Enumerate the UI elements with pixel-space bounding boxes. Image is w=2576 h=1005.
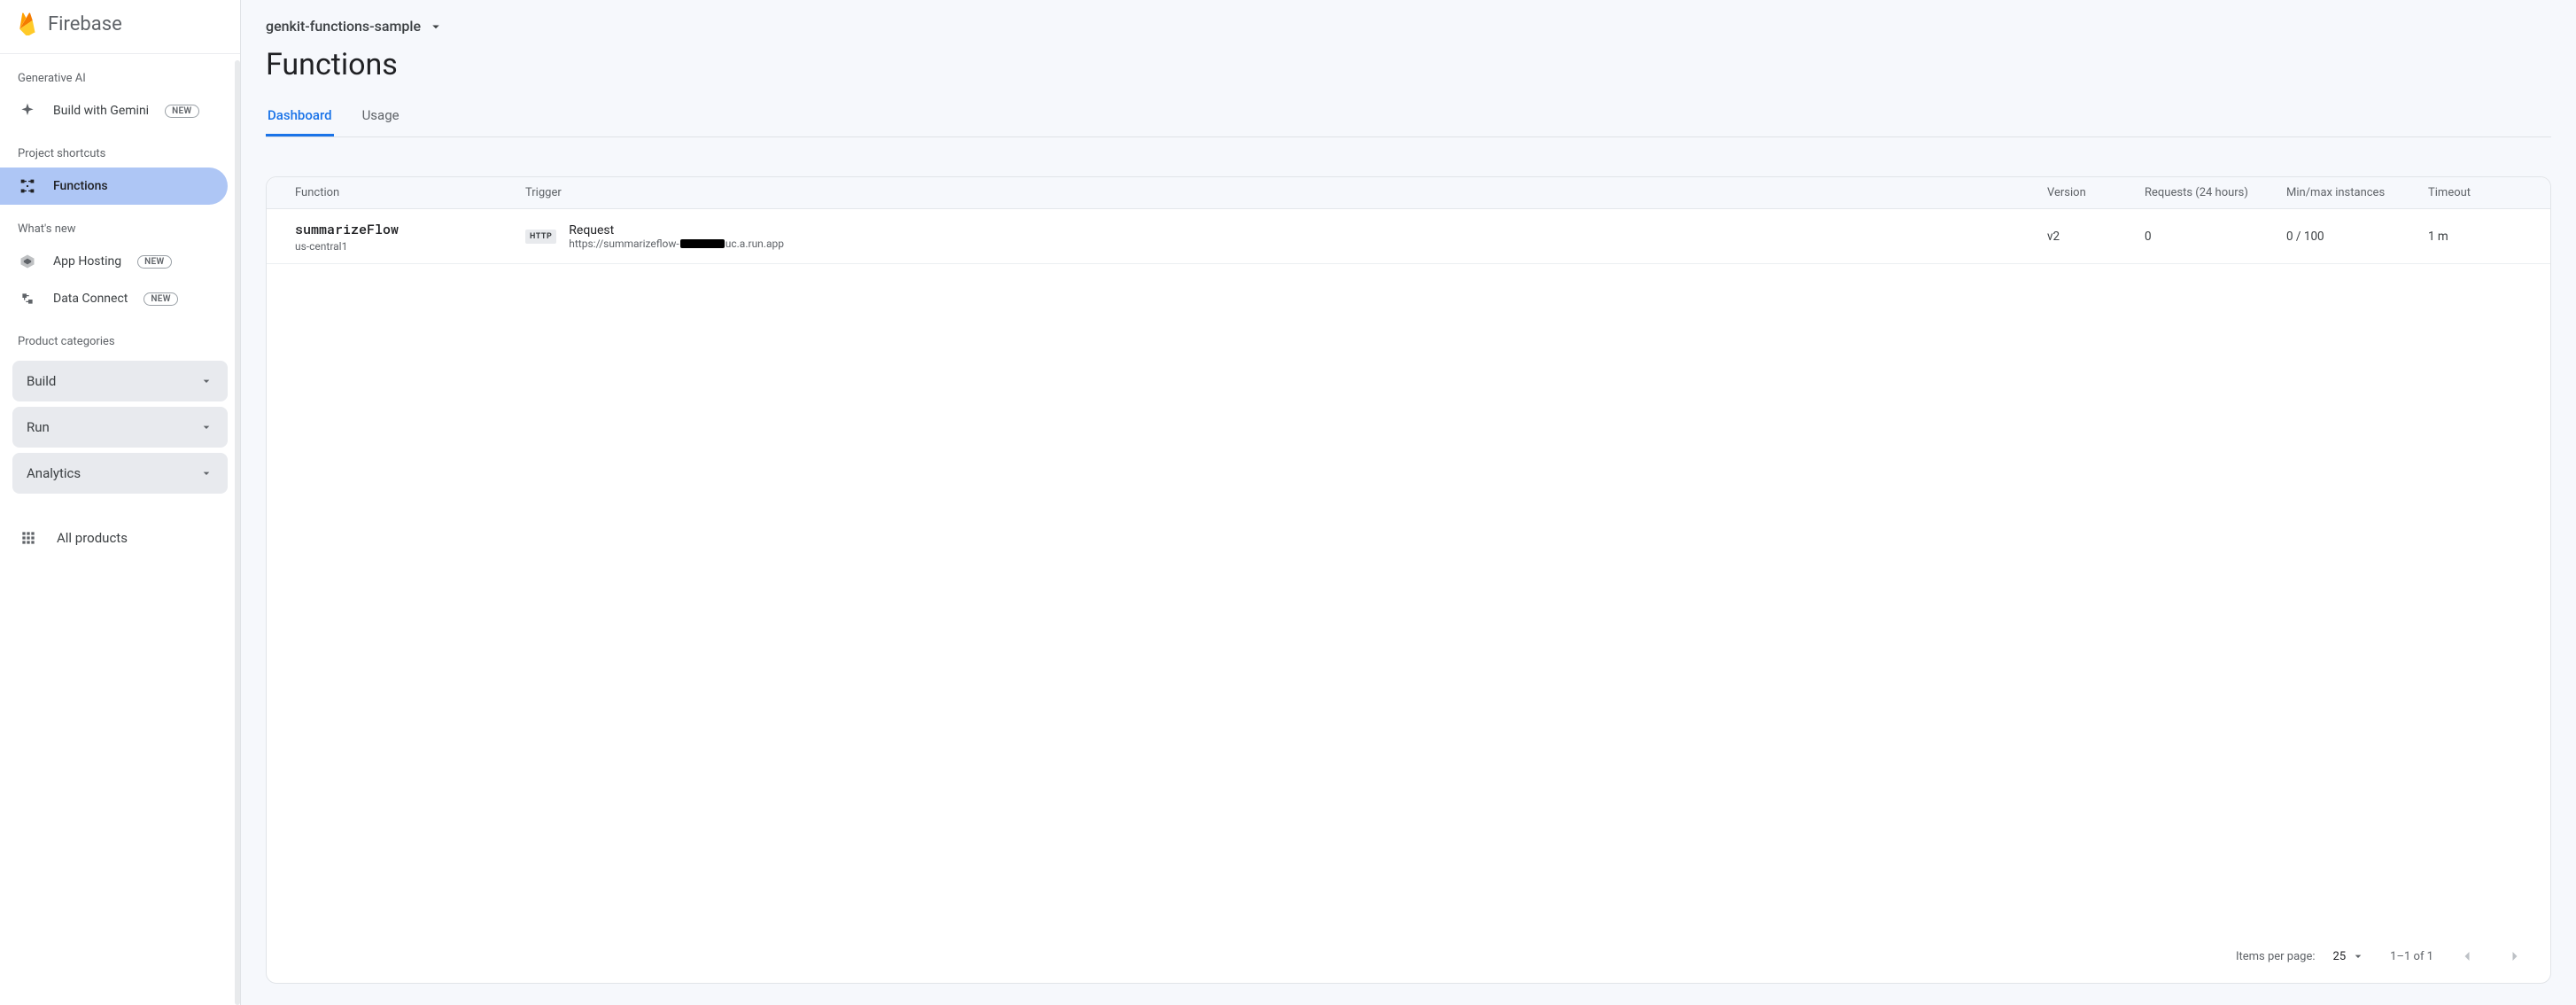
caret-down-icon (428, 19, 444, 35)
tabs: Dashboard Usage (266, 98, 2551, 137)
nav-app-hosting[interactable]: App Hosting NEW (0, 243, 228, 280)
firebase-logo-text: Firebase (48, 13, 122, 35)
trigger-title: Request (569, 223, 784, 238)
items-per-page-label: Items per page: (2236, 950, 2316, 963)
new-badge: NEW (137, 255, 171, 269)
category-label: Build (27, 373, 56, 389)
col-header-trigger: Trigger (525, 186, 2047, 199)
project-selector[interactable]: genkit-functions-sample (266, 9, 2551, 40)
cell-version: v2 (2047, 230, 2145, 244)
col-header-minmax: Min/max instances (2286, 186, 2428, 199)
nav-label: Build with Gemini (53, 104, 149, 118)
cell-function: summarizeFlow us-central1 (295, 221, 525, 253)
items-per-page-value: 25 (2333, 950, 2347, 963)
col-header-function: Function (295, 186, 525, 199)
section-header-shortcuts: Project shortcuts (0, 129, 240, 168)
next-page-button[interactable] (2501, 942, 2529, 970)
page-title: Functions (266, 47, 2551, 82)
firebase-icon (16, 12, 39, 35)
functions-icon (18, 176, 37, 196)
category-run[interactable]: Run (12, 407, 228, 448)
cell-requests: 0 (2145, 230, 2286, 244)
chevron-down-icon (199, 466, 213, 480)
tab-usage[interactable]: Usage (361, 98, 401, 136)
table-header-row: Function Trigger Version Requests (24 ho… (267, 177, 2550, 209)
cell-minmax: 0 / 100 (2286, 230, 2428, 244)
functions-table-card: Function Trigger Version Requests (24 ho… (266, 176, 2551, 984)
category-build[interactable]: Build (12, 361, 228, 401)
nav-functions[interactable]: Functions (0, 168, 228, 205)
col-header-requests: Requests (24 hours) (2145, 186, 2286, 199)
nav-all-products[interactable]: All products (0, 513, 240, 563)
category-analytics[interactable]: Analytics (12, 453, 228, 494)
cell-timeout: 1 m (2428, 230, 2526, 244)
col-header-timeout: Timeout (2428, 186, 2526, 199)
chevron-down-icon (199, 420, 213, 434)
firebase-logo[interactable]: Firebase (0, 0, 240, 54)
table-row[interactable]: summarizeFlow us-central1 HTTP Request h… (267, 209, 2550, 264)
caret-down-icon (2351, 949, 2365, 963)
function-name: summarizeFlow (295, 221, 525, 238)
nav-label: All products (57, 530, 128, 546)
nav-label: Functions (53, 179, 108, 193)
tab-dashboard[interactable]: Dashboard (266, 98, 334, 136)
nav-label: Data Connect (53, 292, 128, 306)
main-content: genkit-functions-sample Functions Dashbo… (241, 0, 2576, 1005)
chevron-down-icon (199, 374, 213, 388)
apps-grid-icon (19, 529, 37, 547)
new-badge: NEW (165, 105, 198, 118)
section-header-generative-ai: Generative AI (0, 54, 240, 92)
section-header-categories: Product categories (0, 317, 240, 355)
nav-label: App Hosting (53, 254, 121, 269)
nav-data-connect[interactable]: Data Connect NEW (0, 280, 228, 317)
category-label: Analytics (27, 465, 81, 481)
trigger-url: https://summarizeflow-uc.a.run.app (569, 238, 784, 250)
http-badge: HTTP (525, 230, 556, 244)
section-header-whats-new: What's new (0, 205, 240, 243)
prev-page-button[interactable] (2453, 942, 2481, 970)
category-label: Run (27, 419, 50, 435)
sparkle-icon (18, 101, 37, 121)
items-per-page-select[interactable]: 25 (2328, 946, 2371, 967)
function-region: us-central1 (295, 240, 525, 253)
new-badge: NEW (144, 292, 177, 306)
table-pager: Items per page: 25 1–1 of 1 (267, 930, 2550, 983)
page-range: 1–1 of 1 (2390, 950, 2433, 963)
redacted-segment (680, 239, 725, 248)
nav-build-with-gemini[interactable]: Build with Gemini NEW (0, 92, 228, 129)
data-connect-icon (18, 289, 37, 308)
sidebar: Firebase Generative AI Build with Gemini… (0, 0, 241, 1005)
hosting-icon (18, 252, 37, 271)
project-name: genkit-functions-sample (266, 18, 421, 35)
cell-trigger: HTTP Request https://summarizeflow-uc.a.… (525, 223, 2047, 250)
col-header-version: Version (2047, 186, 2145, 199)
